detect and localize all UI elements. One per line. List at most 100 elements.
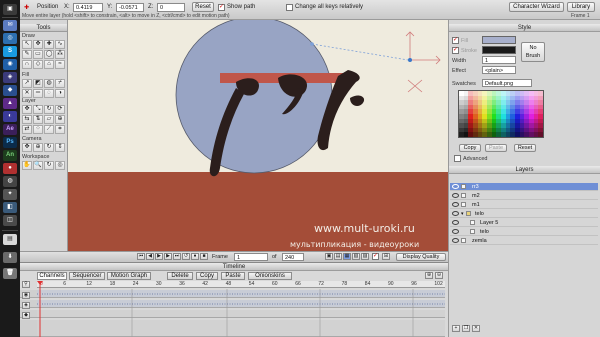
- rectangle-icon[interactable]: ▭: [33, 50, 43, 59]
- eye-icon[interactable]: [452, 238, 459, 243]
- fast-forward-icon[interactable]: ⏭: [173, 253, 181, 260]
- step-back-icon[interactable]: ◀: [146, 253, 154, 260]
- select-points-icon[interactable]: ↖: [22, 40, 32, 49]
- new-layer-icon[interactable]: +: [452, 325, 460, 332]
- play-icon[interactable]: ▶: [155, 253, 163, 260]
- noise-icon[interactable]: ≈: [55, 60, 65, 69]
- timeline-channel-icon[interactable]: ◈: [22, 302, 30, 309]
- track-camera-icon[interactable]: ✥: [22, 143, 32, 152]
- total-frames-field[interactable]: 240: [282, 253, 304, 261]
- fill-color-swatch[interactable]: [482, 36, 516, 44]
- tab-motion-graph[interactable]: Motion Graph: [107, 272, 151, 280]
- rotate-layer-icon[interactable]: ↻: [44, 105, 54, 114]
- hide-edge-icon[interactable]: ◌: [44, 89, 54, 98]
- zoom-out-timeline-icon[interactable]: ⊖: [435, 272, 443, 279]
- particle-layer-icon[interactable]: ⁘: [33, 125, 43, 134]
- stroke-exposure-icon[interactable]: ◑: [55, 89, 65, 98]
- magnet-icon[interactable]: ∩: [22, 60, 32, 69]
- scale-layer-icon[interactable]: ⤡: [33, 105, 43, 114]
- animate-icon[interactable]: An: [3, 150, 17, 161]
- zoom-icon[interactable]: 🔍: [33, 161, 43, 170]
- paste-keys-button[interactable]: Paste: [221, 272, 245, 280]
- moon-circle[interactable]: [175, 20, 333, 174]
- scatter-icon[interactable]: ⁂: [55, 50, 65, 59]
- record-icon[interactable]: ●: [191, 253, 199, 260]
- warp-icon[interactable]: ⌗: [55, 125, 65, 134]
- step-forward-icon[interactable]: ▶: [164, 253, 172, 260]
- ink-blob-3[interactable]: [350, 95, 365, 106]
- create-shape-icon[interactable]: ◩: [33, 79, 43, 88]
- rewind-icon[interactable]: ⏮: [137, 253, 145, 260]
- eye-icon[interactable]: [452, 193, 459, 198]
- delete-edge-icon[interactable]: ✕: [22, 89, 32, 98]
- grid-icon[interactable]: ⊞: [382, 253, 390, 260]
- zoom-camera-icon[interactable]: ⊕: [33, 143, 43, 152]
- delete-keys-button[interactable]: Delete: [167, 272, 193, 280]
- app-icon-10[interactable]: ◧: [3, 202, 17, 213]
- app-icon-9[interactable]: ✦: [3, 189, 17, 200]
- x-position-field[interactable]: 0.4119: [73, 3, 103, 12]
- tab-channels[interactable]: Channels: [37, 272, 67, 280]
- app-icon-5[interactable]: ▲: [3, 98, 17, 109]
- layer-row[interactable]: m2: [450, 192, 598, 200]
- app-icon-6[interactable]: ◐: [3, 111, 17, 122]
- document-icon[interactable]: ▤: [3, 234, 17, 245]
- skype-icon[interactable]: S: [3, 46, 17, 57]
- browser-icon[interactable]: ◉: [3, 59, 17, 70]
- rotate-xy-icon[interactable]: ⟳: [55, 105, 65, 114]
- trash-icon[interactable]: 🗑: [3, 268, 17, 279]
- tab-sequencer[interactable]: Sequencer: [69, 272, 105, 280]
- curvature-icon[interactable]: ∿: [55, 40, 65, 49]
- character-wizard-button[interactable]: Character Wizard: [509, 2, 564, 12]
- stroke-color-swatch[interactable]: [482, 46, 516, 54]
- timeline-eye-icon[interactable]: ◉: [22, 292, 30, 299]
- stop-icon[interactable]: ■: [200, 253, 208, 260]
- layer-row[interactable]: zemla: [450, 237, 598, 245]
- photoshop-icon[interactable]: Ps: [3, 137, 17, 148]
- paint-bucket-icon[interactable]: ◍: [44, 79, 54, 88]
- view-mode-icon-1[interactable]: ▣: [325, 253, 333, 260]
- after-effects-icon[interactable]: Ae: [3, 124, 17, 135]
- add-point-icon[interactable]: ✚: [44, 40, 54, 49]
- copy-keys-button[interactable]: Copy: [196, 272, 218, 280]
- color-palette[interactable]: [458, 90, 544, 138]
- palette-swatch[interactable]: [538, 132, 543, 137]
- style-reset-button[interactable]: Reset: [514, 144, 536, 152]
- perspective-icon[interactable]: ⌂: [44, 60, 54, 69]
- motion-path-line[interactable]: [311, 43, 409, 61]
- display-quality-button[interactable]: Display Quality: [396, 253, 446, 261]
- eye-icon[interactable]: [452, 229, 459, 234]
- hand-icon[interactable]: ✋: [22, 161, 32, 170]
- app-icon-8[interactable]: ◍: [3, 176, 17, 187]
- view-mode-icon-2[interactable]: ▤: [334, 253, 342, 260]
- duplicate-layer-icon[interactable]: ❐: [462, 325, 470, 332]
- app-icon-11[interactable]: ◫: [3, 215, 17, 226]
- select-shape-icon[interactable]: ↗: [22, 79, 32, 88]
- oval-icon[interactable]: ◯: [44, 50, 54, 59]
- loop-icon[interactable]: ↺: [182, 253, 190, 260]
- stroke-checkbox[interactable]: ✓: [452, 47, 459, 54]
- style-copy-button[interactable]: Copy: [459, 144, 481, 152]
- show-path-checkbox[interactable]: ✓: [218, 4, 225, 11]
- app-icon-3[interactable]: ◈: [3, 72, 17, 83]
- app-icon-7[interactable]: ●: [3, 163, 17, 174]
- flip-vertical-icon[interactable]: ⇅: [33, 115, 43, 124]
- view-mode-icon-3[interactable]: ▦: [343, 253, 351, 260]
- eye-icon[interactable]: [452, 202, 459, 207]
- library-button[interactable]: Library: [567, 2, 595, 12]
- drawing-canvas[interactable]: www.mult-uroki.ru мультипликация - видео…: [68, 20, 448, 265]
- group-expand-icon[interactable]: ▾: [461, 210, 464, 218]
- app-icon-1[interactable]: ✉: [3, 20, 17, 31]
- swatches-dropdown[interactable]: Default.png: [482, 79, 532, 87]
- advanced-checkbox[interactable]: [454, 155, 461, 162]
- switch-layer-icon[interactable]: ⇄: [22, 125, 32, 134]
- frame-field[interactable]: 1: [234, 253, 268, 261]
- shear-icon[interactable]: ◇: [33, 60, 43, 69]
- y-position-field[interactable]: -0.0571: [116, 3, 144, 12]
- translate-layer-icon[interactable]: ✥: [22, 105, 32, 114]
- downloads-icon[interactable]: ⬇: [3, 252, 17, 263]
- width-field[interactable]: 1: [482, 56, 516, 64]
- timeline-lock-icon[interactable]: ⚲: [22, 281, 30, 288]
- app-icon-2[interactable]: ◎: [3, 33, 17, 44]
- transform-points-icon[interactable]: ✥: [33, 40, 43, 49]
